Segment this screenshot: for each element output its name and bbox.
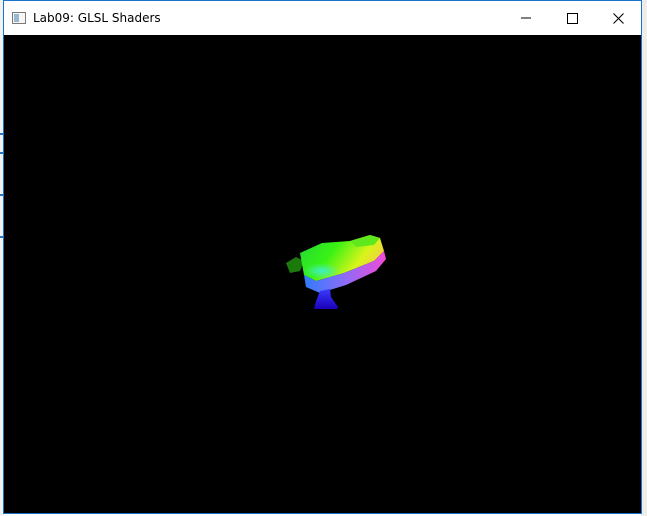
teapot-render (286, 235, 386, 309)
app-window: Lab09: GLSL Shaders (3, 0, 642, 514)
minimize-button[interactable] (503, 1, 549, 35)
minimize-icon (521, 17, 531, 19)
window-title: Lab09: GLSL Shaders (33, 11, 161, 25)
title-bar[interactable]: Lab09: GLSL Shaders (4, 1, 641, 35)
teapot-highlight (304, 263, 340, 279)
teapot-stem (314, 289, 338, 309)
maximize-icon (566, 12, 578, 24)
close-button[interactable] (595, 1, 641, 35)
maximize-button[interactable] (549, 1, 595, 35)
render-viewport[interactable] (4, 35, 641, 513)
window-app-icon[interactable] (12, 12, 26, 24)
close-icon (612, 12, 624, 24)
